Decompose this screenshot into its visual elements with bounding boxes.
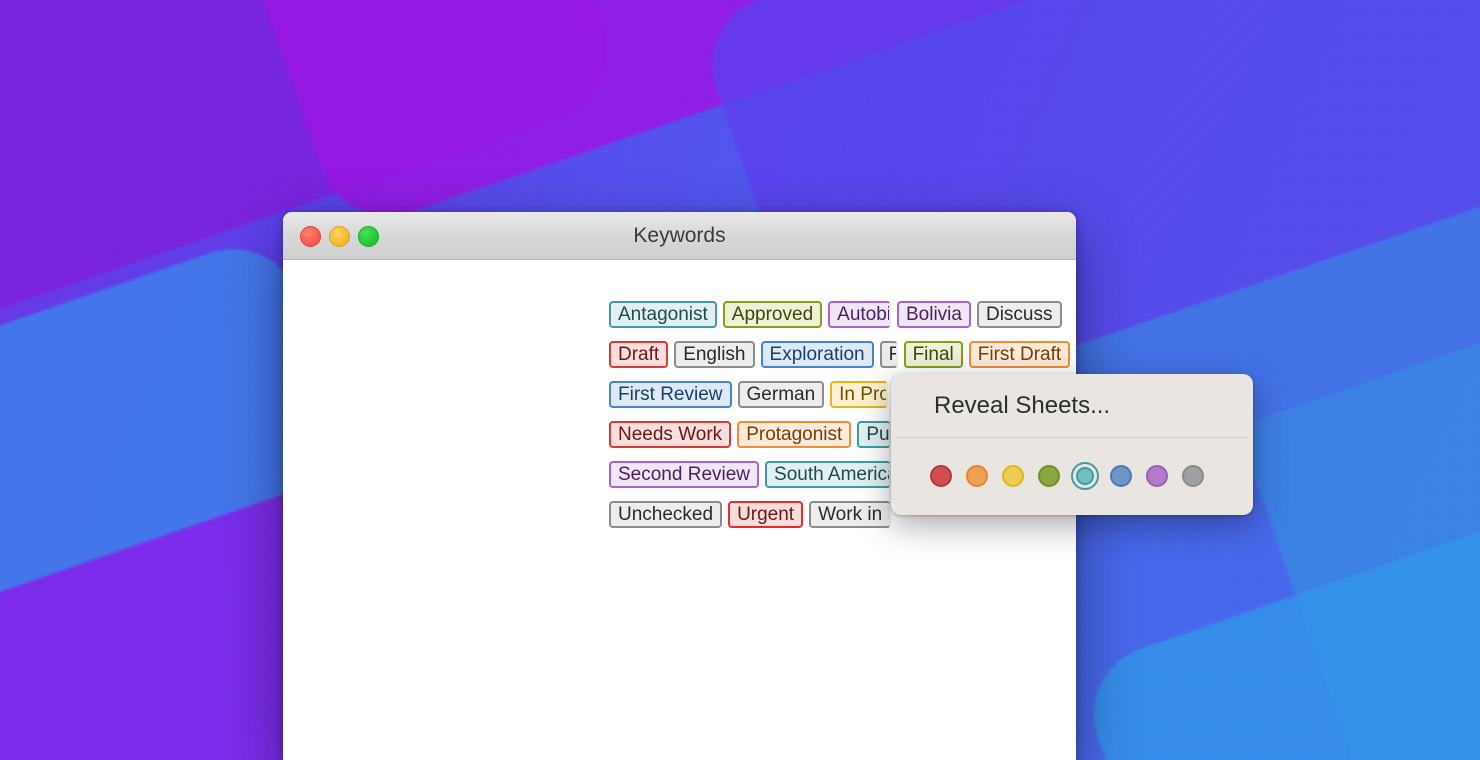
keyword-row: DraftEnglishExploration Film FinalFirst Dr… bbox=[609, 334, 1076, 374]
close-button-icon[interactable] bbox=[300, 225, 321, 247]
color-swatch-row bbox=[891, 438, 1253, 514]
swatch-dot-icon bbox=[1146, 465, 1168, 487]
swatch-dot-icon bbox=[1038, 465, 1060, 487]
keyword-pill[interactable]: Approved bbox=[722, 300, 823, 328]
maximize-button-icon[interactable] bbox=[358, 225, 379, 247]
keyword-pill[interactable]: Work in Progress bbox=[809, 500, 891, 528]
keyword-pill[interactable]: Exploration bbox=[760, 340, 874, 368]
menu-item-reveal-sheets[interactable]: Reveal Sheets... bbox=[891, 374, 1253, 437]
swatch-selected-ring-icon bbox=[1071, 462, 1099, 490]
window-titlebar[interactable]: Keywords bbox=[283, 212, 1076, 260]
keyword-pill[interactable]: Unchecked bbox=[609, 500, 723, 528]
color-swatch-teal[interactable] bbox=[1071, 462, 1099, 490]
color-swatch-blue[interactable] bbox=[1107, 462, 1135, 490]
keyword-pill[interactable]: Draft bbox=[609, 340, 669, 368]
color-swatch-green[interactable] bbox=[1035, 462, 1063, 490]
color-swatch-yellow[interactable] bbox=[999, 462, 1027, 490]
keyword-pill[interactable]: Final bbox=[903, 340, 963, 368]
page-title: Keywords bbox=[633, 224, 726, 247]
keyword-pill[interactable]: South America 2018 bbox=[765, 460, 891, 488]
keyword-pill[interactable]: Discuss bbox=[976, 300, 1062, 328]
color-swatch-orange[interactable] bbox=[963, 462, 991, 490]
keyword-pill[interactable]: Published bbox=[857, 420, 891, 448]
swatch-dot-icon bbox=[1002, 465, 1024, 487]
keyword-pill[interactable]: In Process bbox=[830, 380, 888, 408]
keyword-pill[interactable]: English bbox=[674, 340, 755, 368]
window-controls bbox=[300, 212, 379, 260]
keyword-pill[interactable]: Needs Work bbox=[609, 420, 732, 448]
keyword-pill[interactable]: First Review bbox=[609, 380, 732, 408]
color-swatch-purple[interactable] bbox=[1143, 462, 1171, 490]
minimize-button-icon[interactable] bbox=[329, 225, 350, 247]
keyword-pill[interactable]: Antagonist bbox=[609, 300, 717, 328]
keyword-pill[interactable]: Autobiographical bbox=[828, 300, 891, 328]
color-swatch-gray[interactable] bbox=[1179, 462, 1207, 490]
keyword-pill[interactable]: Bolivia bbox=[897, 300, 971, 328]
keyword-pill[interactable]: Film bbox=[879, 340, 898, 368]
keyword-row: AntagonistApprovedAutobiographicalBolivi… bbox=[609, 294, 1076, 334]
swatch-dot-icon bbox=[1182, 465, 1204, 487]
keyword-pill[interactable]: Second Review bbox=[609, 460, 760, 488]
swatch-dot-icon bbox=[930, 465, 952, 487]
keyword-pill[interactable]: First Draft bbox=[968, 340, 1071, 368]
swatch-dot-icon bbox=[1110, 465, 1132, 487]
keyword-pill[interactable]: Urgent bbox=[728, 500, 804, 528]
keyword-pill[interactable]: Protagonist bbox=[737, 420, 852, 448]
color-popup-panel: Reveal Sheets... bbox=[891, 374, 1253, 515]
keyword-pill[interactable]: German bbox=[737, 380, 825, 408]
desktop-wallpaper: Keywords AntagonistApprovedAutobiographi… bbox=[0, 0, 1480, 760]
swatch-dot-icon bbox=[966, 465, 988, 487]
color-swatch-red[interactable] bbox=[927, 462, 955, 490]
